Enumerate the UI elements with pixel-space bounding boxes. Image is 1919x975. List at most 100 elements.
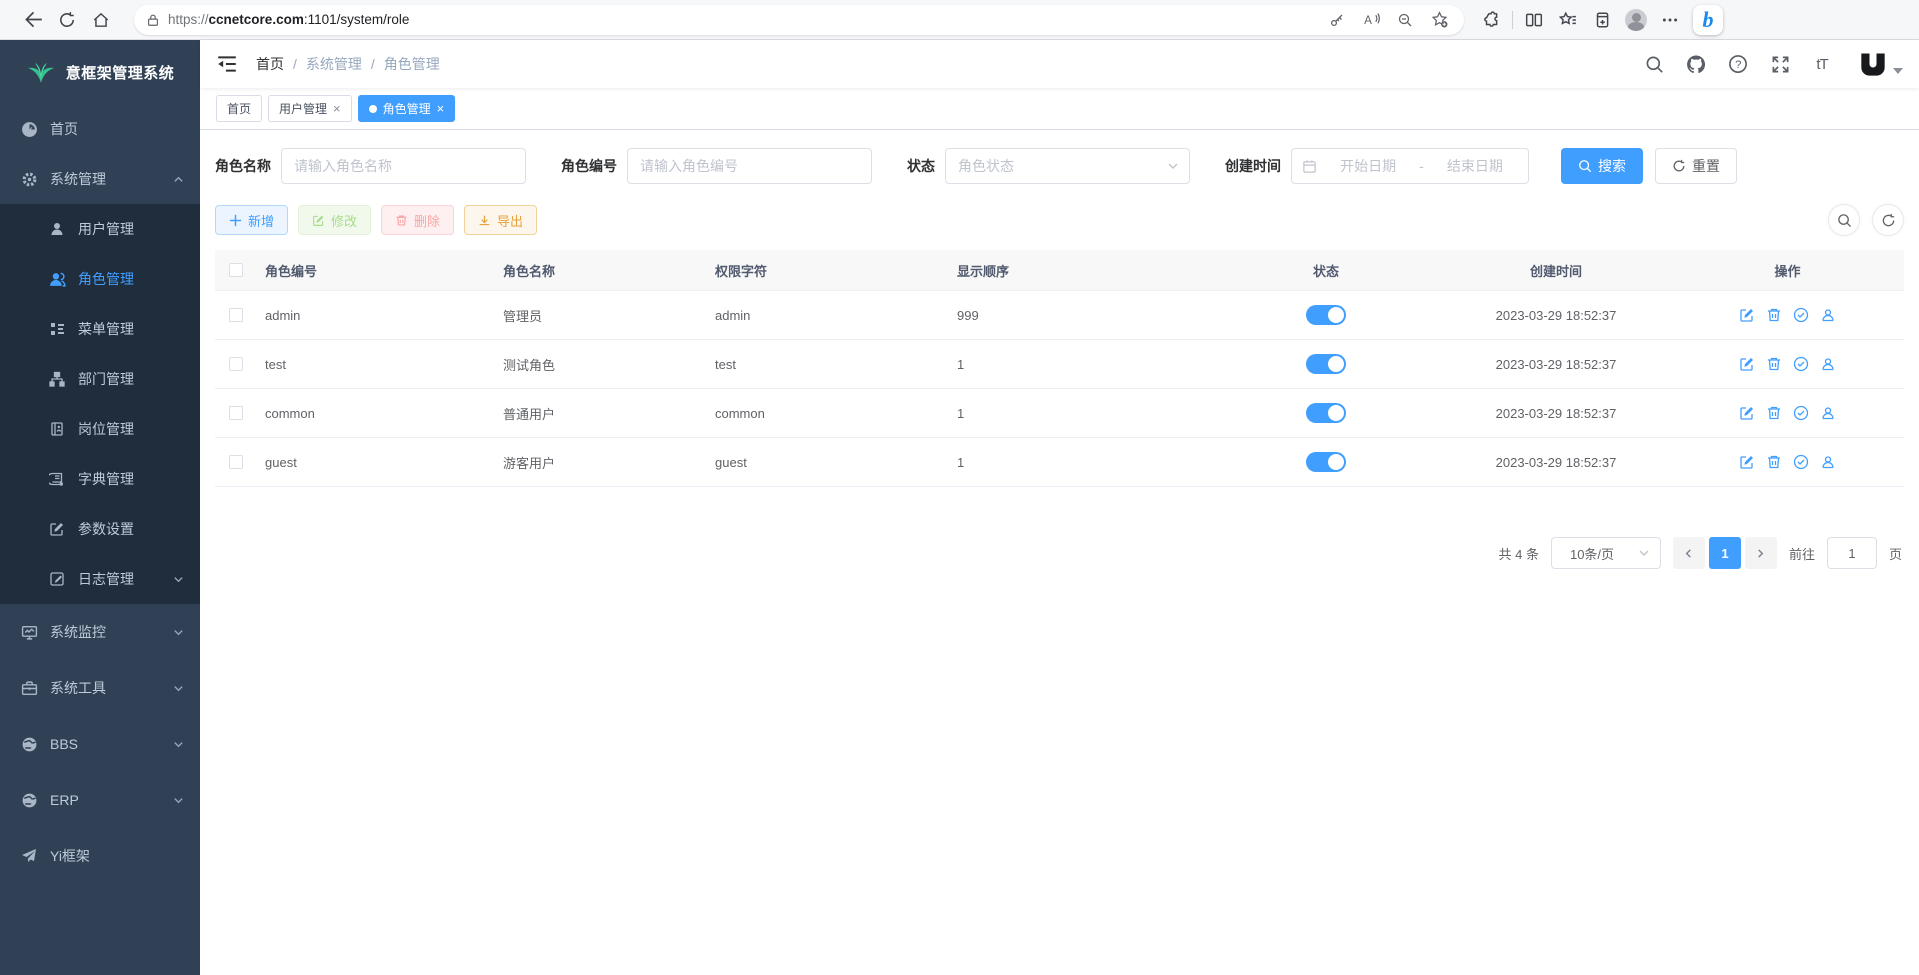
- sidebar-item-bbs[interactable]: BBS: [0, 716, 200, 772]
- search-button[interactable]: 搜索: [1561, 148, 1643, 184]
- sidebar-item-yi-framework[interactable]: Yi框架: [0, 828, 200, 884]
- status-toggle[interactable]: [1306, 452, 1346, 472]
- tab-close-icon[interactable]: ×: [333, 101, 341, 116]
- row-assign-user-button[interactable]: [1820, 356, 1836, 372]
- export-button[interactable]: 导出: [464, 205, 537, 235]
- row-data-scope-button[interactable]: [1793, 405, 1809, 421]
- role-name-input[interactable]: [281, 148, 526, 184]
- sidebar-item-home[interactable]: 首页: [0, 104, 200, 154]
- page-number-button[interactable]: 1: [1709, 537, 1741, 569]
- breadcrumb-system[interactable]: 系统管理: [306, 54, 362, 74]
- delete-button[interactable]: 删除: [381, 205, 454, 235]
- font-size-icon[interactable]: tT: [1812, 54, 1832, 74]
- row-assign-user-button[interactable]: [1820, 454, 1836, 470]
- row-data-scope-button[interactable]: [1793, 356, 1809, 372]
- row-edit-button[interactable]: [1739, 356, 1755, 372]
- row-delete-button[interactable]: [1766, 405, 1782, 421]
- bing-chat-icon[interactable]: b: [1693, 5, 1723, 35]
- role-code-input[interactable]: [627, 148, 872, 184]
- goto-page-input[interactable]: [1827, 537, 1877, 569]
- sidebar-item-label: 参数设置: [78, 519, 134, 539]
- row-checkbox[interactable]: [229, 406, 243, 420]
- sidebar-item-system-mgmt[interactable]: 系统管理: [0, 154, 200, 204]
- row-checkbox[interactable]: [229, 357, 243, 371]
- next-page-button[interactable]: [1745, 537, 1777, 569]
- status-select[interactable]: 角色状态: [945, 148, 1190, 184]
- profile-avatar-icon[interactable]: [1619, 5, 1653, 35]
- row-edit-button[interactable]: [1739, 454, 1755, 470]
- role-name-cell: 测试角色: [503, 355, 715, 374]
- row-assign-user-button[interactable]: [1820, 307, 1836, 323]
- tab-user-mgmt[interactable]: 用户管理 ×: [268, 95, 352, 122]
- start-date-placeholder: 开始日期: [1325, 156, 1411, 176]
- top-navbar: 首页 / 系统管理 / 角色管理 ? tT: [200, 40, 1919, 88]
- sidebar-collapse-icon[interactable]: [216, 53, 238, 75]
- password-key-icon[interactable]: [1320, 5, 1354, 35]
- sidebar-item-dict-mgmt[interactable]: 字典管理: [0, 454, 200, 504]
- sidebar-item-post-mgmt[interactable]: 岗位管理: [0, 404, 200, 454]
- status-toggle[interactable]: [1306, 403, 1346, 423]
- browser-settings-icon[interactable]: [1653, 5, 1687, 35]
- chevron-down-icon: [173, 683, 184, 694]
- row-checkbox[interactable]: [229, 455, 243, 469]
- show-search-toggle-button[interactable]: [1828, 204, 1860, 236]
- sidebar-item-erp[interactable]: ERP: [0, 772, 200, 828]
- browser-home-button[interactable]: [84, 5, 118, 35]
- row-data-scope-button[interactable]: [1793, 307, 1809, 323]
- url-text[interactable]: https://ccnetcore.com:1101/system/role: [168, 12, 1320, 27]
- user-menu[interactable]: [1858, 50, 1903, 78]
- sidebar-item-label: 部门管理: [78, 369, 134, 389]
- sidebar-item-param-settings[interactable]: 参数设置: [0, 504, 200, 554]
- row-assign-user-button[interactable]: [1820, 405, 1836, 421]
- row-checkbox[interactable]: [229, 308, 243, 322]
- row-edit-button[interactable]: [1739, 307, 1755, 323]
- tab-close-icon[interactable]: ×: [437, 101, 445, 116]
- extensions-icon[interactable]: [1474, 5, 1508, 35]
- breadcrumb-home[interactable]: 首页: [256, 54, 284, 74]
- read-aloud-icon[interactable]: A: [1354, 5, 1388, 35]
- github-icon[interactable]: [1686, 54, 1706, 74]
- sidebar-item-user-mgmt[interactable]: 用户管理: [0, 204, 200, 254]
- row-data-scope-button[interactable]: [1793, 454, 1809, 470]
- status-toggle[interactable]: [1306, 305, 1346, 325]
- table-row: guest 游客用户 guest 1 2023-03-29 18:52:37: [215, 437, 1904, 486]
- tab-role-mgmt[interactable]: 角色管理 ×: [358, 95, 456, 122]
- range-separator: -: [1419, 158, 1424, 174]
- add-favorite-icon[interactable]: [1422, 5, 1456, 35]
- browser-refresh-button[interactable]: [50, 5, 84, 35]
- collections-icon[interactable]: [1585, 5, 1619, 35]
- search-button-label: 搜索: [1598, 156, 1626, 176]
- sidebar-item-system-monitor[interactable]: 系统监控: [0, 604, 200, 660]
- sidebar-item-system-tools[interactable]: 系统工具: [0, 660, 200, 716]
- gear-icon: [20, 170, 38, 188]
- fullscreen-icon[interactable]: [1770, 54, 1790, 74]
- reset-button[interactable]: 重置: [1655, 148, 1737, 184]
- sidebar-item-log-mgmt[interactable]: 日志管理: [0, 554, 200, 604]
- row-delete-button[interactable]: [1766, 454, 1782, 470]
- split-screen-icon[interactable]: [1517, 5, 1551, 35]
- row-delete-button[interactable]: [1766, 356, 1782, 372]
- page-size-select[interactable]: 10条/页: [1551, 537, 1661, 569]
- sidebar-item-role-mgmt[interactable]: 角色管理: [0, 254, 200, 304]
- refresh-table-button[interactable]: [1872, 204, 1904, 236]
- tab-home[interactable]: 首页: [216, 95, 262, 122]
- sidebar-item-dept-mgmt[interactable]: 部门管理: [0, 354, 200, 404]
- sidebar-item-menu-mgmt[interactable]: 菜单管理: [0, 304, 200, 354]
- dashboard-icon: [20, 120, 38, 138]
- app-logo[interactable]: 意框架管理系统: [0, 40, 200, 104]
- edit-button[interactable]: 修改: [298, 205, 371, 235]
- zoom-out-icon[interactable]: [1388, 5, 1422, 35]
- date-range-picker[interactable]: 开始日期 - 结束日期: [1291, 148, 1529, 184]
- address-bar[interactable]: https://ccnetcore.com:1101/system/role A: [134, 5, 1464, 35]
- browser-back-button[interactable]: [16, 5, 50, 35]
- select-all-checkbox[interactable]: [229, 263, 243, 277]
- header-search-icon[interactable]: [1644, 54, 1664, 74]
- row-delete-button[interactable]: [1766, 307, 1782, 323]
- add-button[interactable]: 新增: [215, 205, 288, 235]
- row-edit-button[interactable]: [1739, 405, 1755, 421]
- favorites-icon[interactable]: [1551, 5, 1585, 35]
- help-icon[interactable]: ?: [1728, 54, 1748, 74]
- status-toggle[interactable]: [1306, 354, 1346, 374]
- prev-page-button[interactable]: [1673, 537, 1705, 569]
- role-code-cell: guest: [265, 455, 503, 470]
